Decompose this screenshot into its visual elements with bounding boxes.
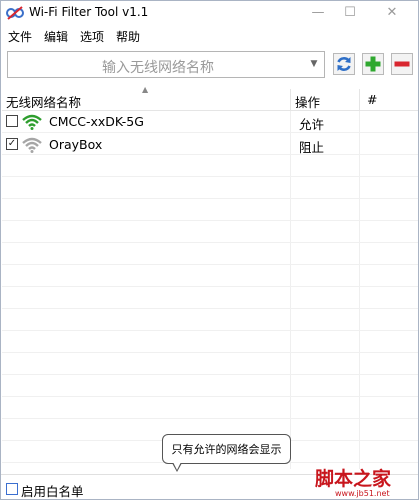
grid-row-line xyxy=(2,287,418,309)
svg-text:www.jb51.net: www.jb51.net xyxy=(335,489,390,498)
grid-row-line xyxy=(2,221,418,243)
network-row[interactable]: ✓ OrayBox 阻止 xyxy=(2,134,418,156)
grid-row-line xyxy=(2,155,418,177)
grid-row-line xyxy=(2,353,418,375)
menu-file[interactable]: 文件 xyxy=(8,28,32,45)
sort-ascending-icon: ▲ xyxy=(142,85,149,94)
grid-row-line xyxy=(2,243,418,265)
menu-options[interactable]: 选项 xyxy=(80,28,104,45)
tooltip-text: 只有允许的网络会显示 xyxy=(171,443,282,456)
ssid-input-placeholder[interactable]: 输入无线网络名称 xyxy=(8,57,308,77)
close-button[interactable]: ✕ xyxy=(377,1,407,23)
column-divider xyxy=(359,89,360,111)
wifi-signal-icon xyxy=(22,114,42,130)
wifi-signal-icon xyxy=(22,137,42,153)
network-list-header: 无线网络名称 ▲ 操作 # xyxy=(2,85,418,111)
refresh-icon xyxy=(337,57,351,71)
whitelist-label[interactable]: 启用白名单 xyxy=(21,481,84,500)
action-cell[interactable]: 允许 xyxy=(299,114,324,133)
ssid-cell: OrayBox xyxy=(49,137,103,152)
minimize-button[interactable]: — xyxy=(303,1,333,23)
row-checkbox[interactable] xyxy=(6,115,18,127)
refresh-button[interactable] xyxy=(333,53,355,75)
svg-text:脚本之家: 脚本之家 xyxy=(315,467,392,490)
site-watermark-logo: 脚本之家 www.jb51.net xyxy=(315,467,392,498)
grid-row-line xyxy=(2,397,418,419)
window-title: Wi-Fi Filter Tool v1.1 xyxy=(29,5,149,19)
row-checkbox[interactable]: ✓ xyxy=(6,138,18,150)
grid-row-line xyxy=(2,265,418,287)
title-bar[interactable]: Wi-Fi Filter Tool v1.1 — ☐ ✕ xyxy=(1,1,418,25)
column-header-number[interactable]: # xyxy=(367,92,377,107)
grid-row-line xyxy=(2,199,418,221)
tooltip-tail-inner xyxy=(173,462,181,470)
grid-row-line xyxy=(2,331,418,353)
tooltip: 只有允许的网络会显示 xyxy=(162,434,291,464)
column-header-action[interactable]: 操作 xyxy=(295,92,320,111)
network-list[interactable]: CMCC-xxDK-5G 允许 ✓ OrayBox 阻止 xyxy=(2,111,418,469)
ssid-cell: CMCC-xxDK-5G xyxy=(49,114,144,129)
wifi-filter-app-icon xyxy=(6,6,24,20)
grid-row-line xyxy=(2,309,418,331)
app-window: Wi-Fi Filter Tool v1.1 — ☐ ✕ 文件 编辑 选项 帮助… xyxy=(0,0,419,500)
menu-help[interactable]: 帮助 xyxy=(116,28,140,45)
menu-bar: 文件 编辑 选项 帮助 xyxy=(1,25,418,45)
remove-network-button[interactable] xyxy=(391,53,413,75)
ssid-combobox[interactable]: 输入无线网络名称 ▼ xyxy=(7,51,325,78)
grid-row-line xyxy=(2,177,418,199)
plus-icon xyxy=(365,56,381,72)
column-divider xyxy=(290,89,291,111)
add-network-button[interactable] xyxy=(362,53,384,75)
column-header-ssid[interactable]: 无线网络名称 xyxy=(6,92,81,111)
chevron-down-icon[interactable]: ▼ xyxy=(307,57,321,71)
action-cell[interactable]: 阻止 xyxy=(299,137,324,156)
menu-edit[interactable]: 编辑 xyxy=(44,28,68,45)
maximize-button[interactable]: ☐ xyxy=(335,1,365,23)
minus-icon xyxy=(394,61,410,67)
whitelist-checkbox[interactable] xyxy=(6,483,18,495)
network-row[interactable]: CMCC-xxDK-5G 允许 xyxy=(2,111,418,133)
grid-row-line xyxy=(2,375,418,397)
